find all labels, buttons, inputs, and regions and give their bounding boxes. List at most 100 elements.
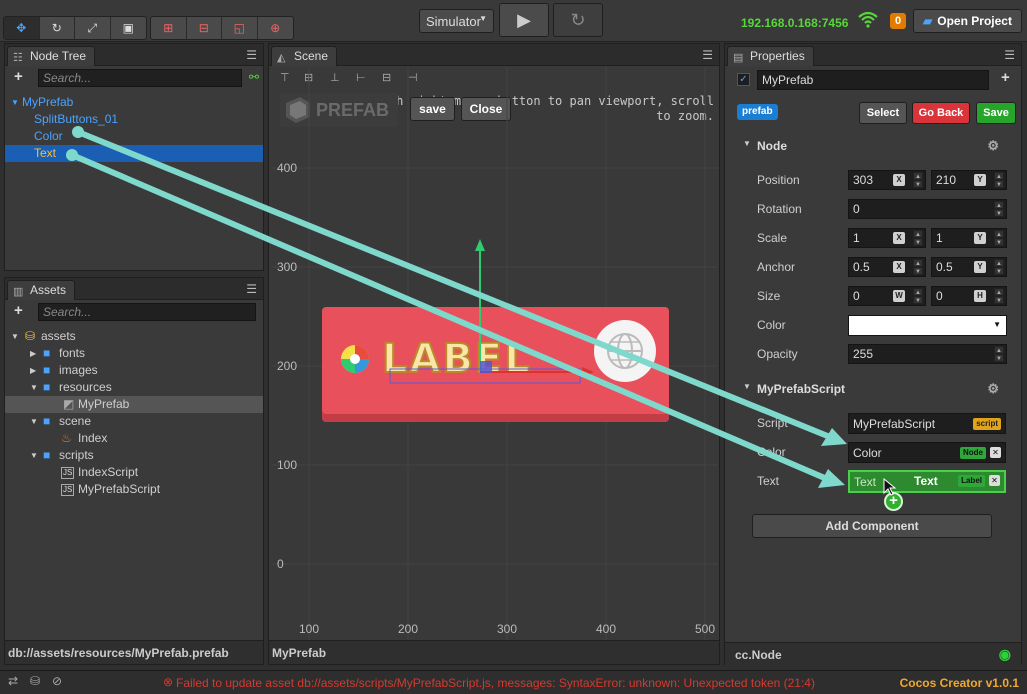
refresh-button[interactable]: ↻ bbox=[553, 3, 603, 37]
size-w-input[interactable]: 0 W ▲ ▼ bbox=[848, 286, 926, 306]
text-label-value: Text bbox=[854, 475, 877, 489]
notification-badge[interactable]: 0 bbox=[890, 13, 906, 29]
chevron-down-icon: ▼ bbox=[743, 382, 751, 391]
stepper-icon[interactable]: ▲ ▼ bbox=[913, 172, 923, 188]
asset-item-images[interactable]: ▶ ■ images bbox=[5, 362, 263, 379]
asset-item-resources[interactable]: ▼ ■ resources bbox=[5, 379, 263, 396]
node-name-input[interactable]: MyPrefab bbox=[757, 70, 989, 90]
play-button[interactable]: ▶ bbox=[499, 3, 549, 37]
script-field-value: MyPrefabScript bbox=[853, 417, 936, 431]
simulator-label: Simulator bbox=[426, 14, 481, 29]
tree-item-myprefab[interactable]: ▼ MyPrefab bbox=[5, 94, 263, 111]
tab-properties[interactable]: ▤ Properties bbox=[727, 46, 814, 66]
add-icon[interactable]: + bbox=[1001, 69, 1010, 86]
color-node-field[interactable]: Color Node ✕ bbox=[848, 442, 1006, 463]
opacity-input[interactable]: 255 ▲ ▼ bbox=[848, 344, 1007, 364]
scale-y-input[interactable]: 1 Y ▲ ▼ bbox=[931, 228, 1007, 248]
save-button[interactable]: Save bbox=[976, 102, 1016, 124]
add-node-button[interactable]: + bbox=[14, 68, 23, 85]
active-checkbox[interactable]: ✓ bbox=[737, 73, 750, 86]
rotation-input[interactable]: 0 ▲ ▼ bbox=[848, 199, 1007, 219]
center-icon[interactable]: ⊟ bbox=[187, 17, 222, 39]
clear-icon[interactable]: ✕ bbox=[989, 475, 1000, 486]
position-y-input[interactable]: 210 Y ▲ ▼ bbox=[931, 170, 1007, 190]
js-file-icon: JS bbox=[61, 467, 75, 479]
asset-item-fonts[interactable]: ▶ ■ fonts bbox=[5, 345, 263, 362]
gear-icon[interactable]: ⚙ bbox=[987, 138, 999, 154]
stepper-icon[interactable]: ▲ ▼ bbox=[994, 230, 1004, 246]
stepper-icon[interactable]: ▲ ▼ bbox=[913, 288, 923, 304]
asset-item-label: Index bbox=[78, 431, 108, 445]
stepper-icon[interactable]: ▲ ▼ bbox=[913, 259, 923, 275]
add-asset-button[interactable]: + bbox=[14, 302, 23, 319]
scene-viewport[interactable]: ⊤ ⊞ ⊥ ⊢ ⊟ ⊣ Drag with right mouse button… bbox=[272, 67, 718, 641]
add-component-button[interactable]: Add Component bbox=[752, 514, 992, 538]
gear-icon[interactable]: ⚙ bbox=[987, 381, 999, 397]
stepper-icon[interactable]: ▲ ▼ bbox=[994, 288, 1004, 304]
menu-icon[interactable]: ☰ bbox=[246, 48, 257, 62]
tab-node-tree-label: Node Tree bbox=[30, 49, 87, 63]
move-tool-icon[interactable]: ✥ bbox=[4, 17, 40, 39]
stepper-icon[interactable]: ▲ ▼ bbox=[994, 201, 1004, 217]
stepper-icon[interactable]: ▲ ▼ bbox=[994, 172, 1004, 188]
asset-item-myprefab[interactable]: ◩ MyPrefab bbox=[5, 396, 263, 413]
tree-item-label: Text bbox=[34, 146, 57, 160]
scale-x-value: 1 bbox=[853, 231, 860, 245]
editor-window: ✥ ↻ ⤢ ▣ ⊞ ⊟ ◱ ⊕ Simulator ▼ ▶ ↻ 192.168.… bbox=[0, 0, 1027, 694]
position-x-input[interactable]: 303 X ▲ ▼ bbox=[848, 170, 926, 190]
select-button[interactable]: Select bbox=[859, 102, 907, 124]
axis-x-tag: X bbox=[893, 261, 905, 273]
tree-item-splitbuttons[interactable]: SplitButtons_01 bbox=[5, 111, 263, 128]
scale-tool-icon[interactable]: ⤢ bbox=[75, 17, 111, 39]
node-section-header[interactable]: ▼ Node ⚙ bbox=[725, 136, 1009, 158]
menu-icon[interactable]: ☰ bbox=[246, 282, 257, 296]
global-icon[interactable]: ⊕ bbox=[258, 17, 293, 39]
stepper-icon[interactable]: ▲ ▼ bbox=[913, 230, 923, 246]
asset-item-indexscript[interactable]: JS IndexScript bbox=[5, 464, 263, 481]
tab-assets[interactable]: ▥ Assets bbox=[7, 280, 76, 300]
script-section-header[interactable]: ▼ MyPrefabScript ⚙ bbox=[725, 379, 1009, 401]
stepper-icon[interactable]: ▲ ▼ bbox=[994, 259, 1004, 275]
go-back-button[interactable]: Go Back bbox=[912, 102, 970, 124]
anchor-x-input[interactable]: 0.5 X ▲ ▼ bbox=[848, 257, 926, 277]
anchor-y-input[interactable]: 0.5 Y ▲ ▼ bbox=[931, 257, 1007, 277]
asset-item-assets[interactable]: ▼ ⛁ assets bbox=[5, 328, 263, 345]
asset-item-scripts[interactable]: ▼ ■ scripts bbox=[5, 447, 263, 464]
tab-properties-label: Properties bbox=[750, 49, 805, 63]
asset-item-scene[interactable]: ▼ ■ scene bbox=[5, 413, 263, 430]
label-type-tag: Label bbox=[958, 475, 985, 487]
script-field[interactable]: MyPrefabScript script bbox=[848, 413, 1006, 434]
menu-icon[interactable]: ☰ bbox=[702, 48, 713, 62]
size-h-input[interactable]: 0 H ▲ ▼ bbox=[931, 286, 1007, 306]
tab-node-tree[interactable]: ☷ Node Tree bbox=[7, 46, 96, 66]
database-icon[interactable]: ⛁ bbox=[30, 674, 40, 688]
tab-scene[interactable]: ◭ Scene bbox=[271, 46, 338, 66]
assets-search-input[interactable]: Search... bbox=[38, 303, 256, 321]
stepper-icon[interactable]: ▲ ▼ bbox=[994, 346, 1004, 362]
simulator-select[interactable]: Simulator ▼ bbox=[419, 9, 494, 33]
node-tree-search-input[interactable]: Search... bbox=[38, 69, 242, 87]
scale-x-input[interactable]: 1 X ▲ ▼ bbox=[848, 228, 926, 248]
menu-icon[interactable]: ☰ bbox=[1004, 48, 1015, 62]
asset-item-index[interactable]: ♨ Index bbox=[5, 430, 263, 447]
bottom-status-bar: ⇄ ⛁ ⊘ ⊗ Failed to update asset db://asse… bbox=[0, 670, 1027, 694]
color-picker[interactable]: ▼ bbox=[848, 315, 1007, 336]
clear-icon[interactable]: ✕ bbox=[990, 447, 1001, 458]
eye-icon[interactable]: ◉ bbox=[999, 646, 1011, 663]
rotate-tool-icon[interactable]: ↻ bbox=[40, 17, 75, 39]
link-icon[interactable]: ⚯ bbox=[249, 70, 259, 84]
asset-item-myprefabscript[interactable]: JS MyPrefabScript bbox=[5, 481, 263, 498]
chevron-down-icon: ▼ bbox=[743, 139, 751, 148]
pivot-icon[interactable]: ⊞ bbox=[151, 17, 187, 39]
tree-item-text[interactable]: Text bbox=[5, 145, 263, 162]
chevron-down-icon: ▼ bbox=[30, 383, 38, 392]
move-gizmo[interactable] bbox=[272, 67, 718, 641]
sync-icon[interactable]: ⇄ bbox=[8, 674, 18, 688]
tree-item-color[interactable]: Color bbox=[5, 128, 263, 145]
scene-icon: ◭ bbox=[277, 52, 286, 64]
rect-tool-icon[interactable]: ▣ bbox=[111, 17, 146, 39]
hide-icon[interactable]: ⊘ bbox=[52, 674, 62, 688]
local-icon[interactable]: ◱ bbox=[222, 17, 258, 39]
open-project-button[interactable]: ▰ Open Project bbox=[913, 9, 1022, 33]
text-label-field[interactable]: Text Text Label ✕ bbox=[848, 470, 1006, 493]
